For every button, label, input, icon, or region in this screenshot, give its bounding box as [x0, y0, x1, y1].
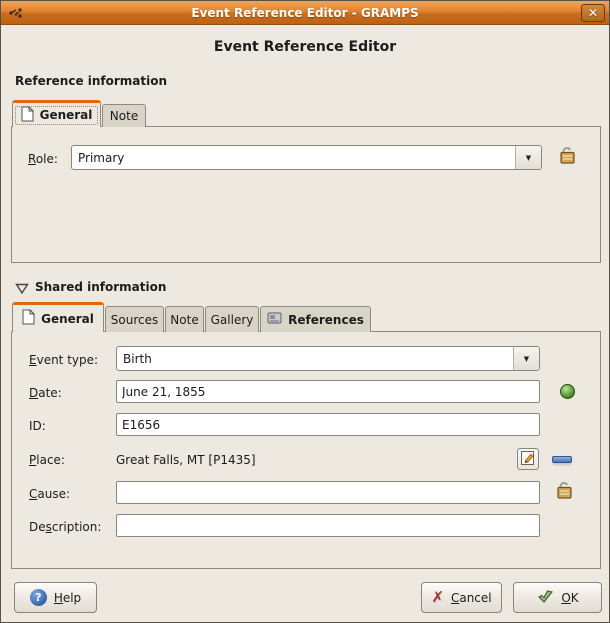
place-label: Place: — [29, 453, 65, 467]
document-icon — [22, 309, 35, 328]
role-label: Role: — [28, 152, 58, 166]
tab-reference-general[interactable]: General — [12, 100, 101, 127]
cancel-button[interactable]: ✗ Cancel — [421, 582, 502, 613]
ok-check-icon — [536, 588, 554, 607]
event-type-combobox[interactable]: Birth ▼ — [116, 346, 540, 371]
dropdown-arrow-icon[interactable]: ▼ — [515, 146, 541, 169]
ok-button[interactable]: OK — [513, 582, 602, 613]
role-value: Primary — [72, 151, 515, 165]
cancel-x-icon: ✗ — [431, 590, 444, 605]
help-button[interactable]: ? Help — [14, 582, 97, 613]
tab-shared-gallery[interactable]: Gallery — [205, 306, 259, 332]
dropdown-arrow-icon[interactable]: ▼ — [513, 347, 539, 370]
edit-pencil-icon — [520, 450, 536, 469]
help-button-label: Help — [54, 591, 81, 605]
date-validity-led-icon[interactable] — [560, 384, 575, 399]
tab-reference-note[interactable]: Note — [102, 104, 146, 127]
help-icon: ? — [30, 589, 47, 606]
cause-label: Cause: — [29, 487, 70, 501]
tab-label: Note — [110, 109, 138, 123]
edit-place-button[interactable] — [517, 448, 539, 470]
role-combobox[interactable]: Primary ▼ — [71, 145, 542, 170]
event-type-value: Birth — [117, 352, 513, 366]
tab-shared-references[interactable]: References — [260, 306, 371, 332]
place-value: Great Falls, MT [P1435] — [116, 453, 256, 467]
privacy-lock-icon[interactable] — [554, 478, 574, 500]
description-label: Description: — [29, 520, 101, 534]
event-reference-editor-window: Event Reference Editor - GRAMPS ✕ Event … — [0, 0, 610, 623]
cause-input[interactable] — [116, 481, 540, 504]
shared-information-label: Shared information — [35, 280, 166, 294]
tab-shared-sources[interactable]: Sources — [105, 306, 164, 332]
tab-shared-note[interactable]: Note — [165, 306, 204, 332]
description-input[interactable] — [116, 514, 540, 537]
shared-expander-icon[interactable] — [15, 283, 29, 295]
tab-label: General — [40, 108, 93, 122]
close-icon[interactable]: ✕ — [581, 4, 605, 22]
document-icon — [21, 106, 34, 125]
tab-label: General — [41, 312, 94, 326]
page-title: Event Reference Editor — [1, 39, 609, 55]
remove-place-icon[interactable] — [552, 456, 572, 463]
date-input[interactable] — [116, 380, 540, 403]
tab-label: References — [288, 313, 364, 327]
tab-label: Note — [170, 313, 198, 327]
cancel-button-label: Cancel — [451, 591, 492, 605]
window-title: Event Reference Editor - GRAMPS — [1, 1, 609, 25]
titlebar[interactable]: Event Reference Editor - GRAMPS ✕ — [1, 1, 609, 25]
event-type-label: Event type: — [29, 353, 98, 367]
tab-shared-general[interactable]: General — [12, 302, 104, 332]
tab-label: Sources — [111, 313, 158, 327]
reference-information-label: Reference information — [15, 74, 167, 88]
references-icon — [267, 312, 282, 327]
id-label: ID: — [29, 419, 46, 433]
date-label: Date: — [29, 386, 62, 400]
tab-label: Gallery — [211, 313, 254, 327]
ok-button-label: OK — [561, 591, 578, 605]
id-input[interactable] — [116, 413, 540, 436]
privacy-lock-icon[interactable] — [557, 143, 577, 165]
